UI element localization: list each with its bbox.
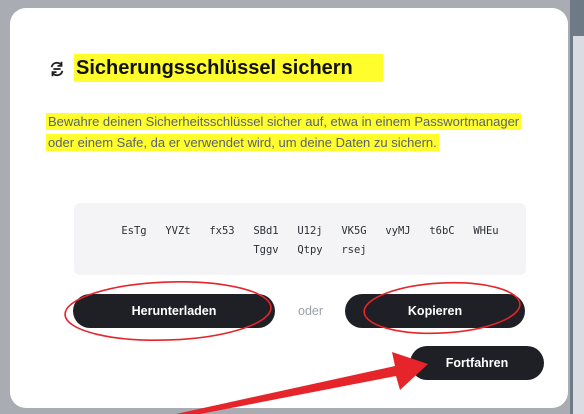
key-word: Tggv (253, 244, 279, 256)
dialog-title: Sicherungsschlüssel sichern (74, 54, 383, 82)
security-key-box: EsTg YVZt fx53 SBd1 U12j VK5G vyMJ t6bC … (74, 203, 526, 275)
key-word: EsTg (121, 225, 147, 237)
key-word: WHEu (473, 225, 499, 237)
dialog-header: Sicherungsschlüssel sichern (48, 52, 383, 84)
download-button[interactable]: Herunterladen (73, 294, 275, 328)
key-words: EsTg YVZt fx53 SBd1 U12j VK5G vyMJ t6bC … (110, 223, 510, 258)
sync-arrows-icon (50, 61, 64, 77)
key-word: rsej (341, 244, 367, 256)
key-word: vyMJ (385, 225, 411, 237)
key-word: fx53 (209, 225, 235, 237)
key-word: SBd1 (253, 225, 279, 237)
background-window-edge (570, 0, 584, 414)
dialog-description: Bewahre deinen Sicherheitsschlüssel sich… (46, 111, 532, 153)
key-word: U12j (297, 225, 323, 237)
key-word: Qtpy (297, 244, 323, 256)
continue-button[interactable]: Fortfahren (410, 346, 544, 380)
key-word: t6bC (429, 225, 455, 237)
description-text: Bewahre deinen Sicherheitsschlüssel sich… (46, 113, 522, 151)
key-word: VK5G (341, 225, 367, 237)
or-separator: oder (298, 304, 324, 318)
copy-button[interactable]: Kopieren (345, 294, 525, 328)
key-word: YVZt (165, 225, 191, 237)
